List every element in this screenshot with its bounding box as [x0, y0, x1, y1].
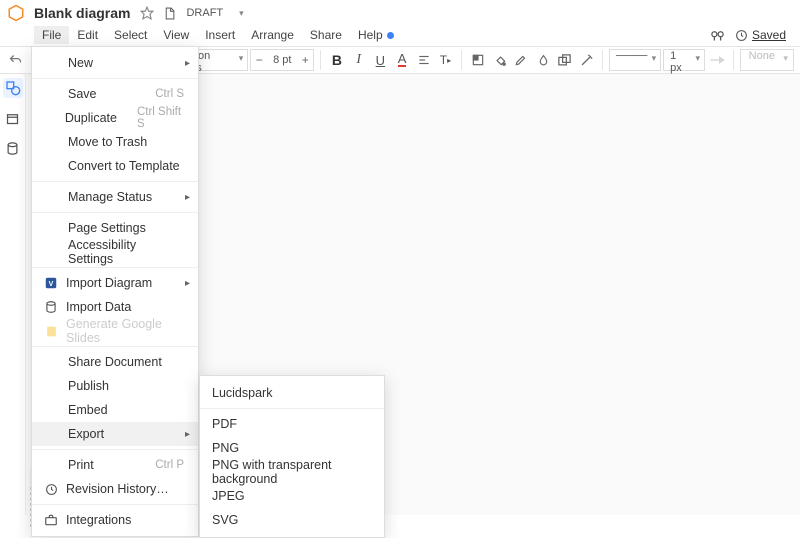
left-sidebar	[0, 74, 26, 515]
status-label: DRAFT	[186, 7, 223, 19]
menu-edit[interactable]: Edit	[69, 26, 106, 44]
file-accessibility-settings[interactable]: Accessibility Settings	[32, 240, 198, 264]
paint-bucket-button[interactable]	[490, 49, 510, 71]
app-logo-icon	[6, 3, 26, 23]
document-title[interactable]: Blank diagram	[34, 5, 130, 21]
file-manage-status[interactable]: Manage Status▸	[32, 185, 198, 209]
fill-color-button[interactable]	[468, 49, 488, 71]
file-import-diagram[interactable]: V Import Diagram▸	[32, 271, 198, 295]
status-dropdown[interactable]: DRAFT ▾	[186, 7, 243, 19]
export-jpeg[interactable]: JPEG	[200, 484, 384, 508]
saved-label: Saved	[752, 28, 786, 42]
underline-button[interactable]: U	[371, 49, 391, 71]
font-size-stepper[interactable]: − 8 pt +	[250, 49, 314, 71]
clock-icon	[40, 483, 62, 496]
clock-icon	[735, 29, 748, 42]
file-convert-template[interactable]: Convert to Template	[32, 154, 198, 178]
star-icon[interactable]	[139, 5, 155, 21]
bold-button[interactable]: B	[327, 49, 347, 71]
slides-icon	[40, 325, 62, 338]
shape-style-button[interactable]	[555, 49, 575, 71]
svg-text:V: V	[49, 281, 54, 288]
notification-dot-icon	[387, 32, 394, 39]
file-import-data[interactable]: Import Data	[32, 295, 198, 319]
file-generate-slides: Generate Google Slides	[32, 319, 198, 343]
export-png-transparent[interactable]: PNG with transparent background	[200, 460, 384, 484]
submenu-arrow-icon: ▸	[185, 192, 190, 203]
submenu-arrow-icon: ▸	[185, 58, 190, 69]
menu-insert[interactable]: Insert	[197, 26, 243, 44]
export-lucidspark[interactable]: Lucidspark	[200, 381, 384, 405]
saved-indicator[interactable]: Saved	[735, 28, 786, 42]
data-panel-button[interactable]	[3, 138, 23, 158]
shape-fill-value: None	[749, 50, 775, 62]
menu-help[interactable]: Help	[350, 26, 402, 44]
text-color-button[interactable]: A	[392, 49, 412, 71]
file-publish[interactable]: Publish	[32, 374, 198, 398]
file-save[interactable]: SaveCtrl S	[32, 82, 198, 106]
line-end-button[interactable]	[707, 49, 727, 71]
undo-button[interactable]	[6, 49, 26, 71]
border-color-button[interactable]	[533, 49, 553, 71]
font-size-value[interactable]: 8 pt	[267, 54, 297, 66]
container-panel-button[interactable]	[3, 108, 23, 128]
shapes-panel-button[interactable]	[3, 78, 23, 98]
file-embed[interactable]: Embed	[32, 398, 198, 422]
chevron-down-icon: ▾	[239, 8, 244, 19]
file-move-to-trash[interactable]: Move to Trash	[32, 130, 198, 154]
line-width-value: 1 px	[670, 50, 682, 74]
file-export[interactable]: Export▸	[32, 422, 198, 446]
text-format-button[interactable]: T▸	[436, 49, 456, 71]
submenu-arrow-icon: ▸	[185, 429, 190, 440]
briefcase-icon	[40, 513, 62, 527]
file-print[interactable]: PrintCtrl P	[32, 453, 198, 477]
shape-fill-select[interactable]: None	[740, 49, 794, 71]
menubar: File Edit Select View Insert Arrange Sha…	[0, 24, 800, 46]
export-submenu: Lucidspark PDF PNG PNG with transparent …	[199, 375, 385, 538]
submenu-arrow-icon: ▸	[185, 278, 190, 289]
document-icon[interactable]	[161, 5, 177, 21]
menu-share[interactable]: Share	[302, 26, 350, 44]
menu-arrange[interactable]: Arrange	[243, 26, 302, 44]
file-integrations[interactable]: Integrations	[32, 508, 198, 532]
export-pdf[interactable]: PDF	[200, 412, 384, 436]
line-style-select[interactable]: ────	[609, 49, 661, 71]
menu-file[interactable]: File	[34, 26, 69, 44]
database-icon	[40, 300, 62, 314]
line-width-select[interactable]: 1 px	[663, 49, 705, 71]
file-share-document[interactable]: Share Document	[32, 350, 198, 374]
file-duplicate[interactable]: DuplicateCtrl Shift S	[32, 106, 198, 130]
italic-button[interactable]: I	[349, 49, 369, 71]
file-menu: New▸ SaveCtrl S DuplicateCtrl Shift S Mo…	[31, 46, 199, 537]
highlighter-button[interactable]	[512, 49, 532, 71]
file-page-settings[interactable]: Page Settings	[32, 216, 198, 240]
magic-button[interactable]	[577, 49, 597, 71]
menu-help-label: Help	[358, 28, 383, 42]
find-icon[interactable]	[710, 28, 725, 43]
menu-select[interactable]: Select	[106, 26, 155, 44]
font-size-decrease[interactable]: −	[251, 53, 267, 67]
file-new[interactable]: New▸	[32, 51, 198, 75]
font-size-increase[interactable]: +	[297, 53, 313, 67]
menu-view[interactable]: View	[155, 26, 197, 44]
export-svg[interactable]: SVG	[200, 508, 384, 532]
file-revision-history[interactable]: Revision History…	[32, 477, 198, 501]
export-png[interactable]: PNG	[200, 436, 384, 460]
align-button[interactable]	[414, 49, 434, 71]
line-style-value: ────	[616, 50, 647, 62]
visio-icon: V	[40, 276, 62, 290]
